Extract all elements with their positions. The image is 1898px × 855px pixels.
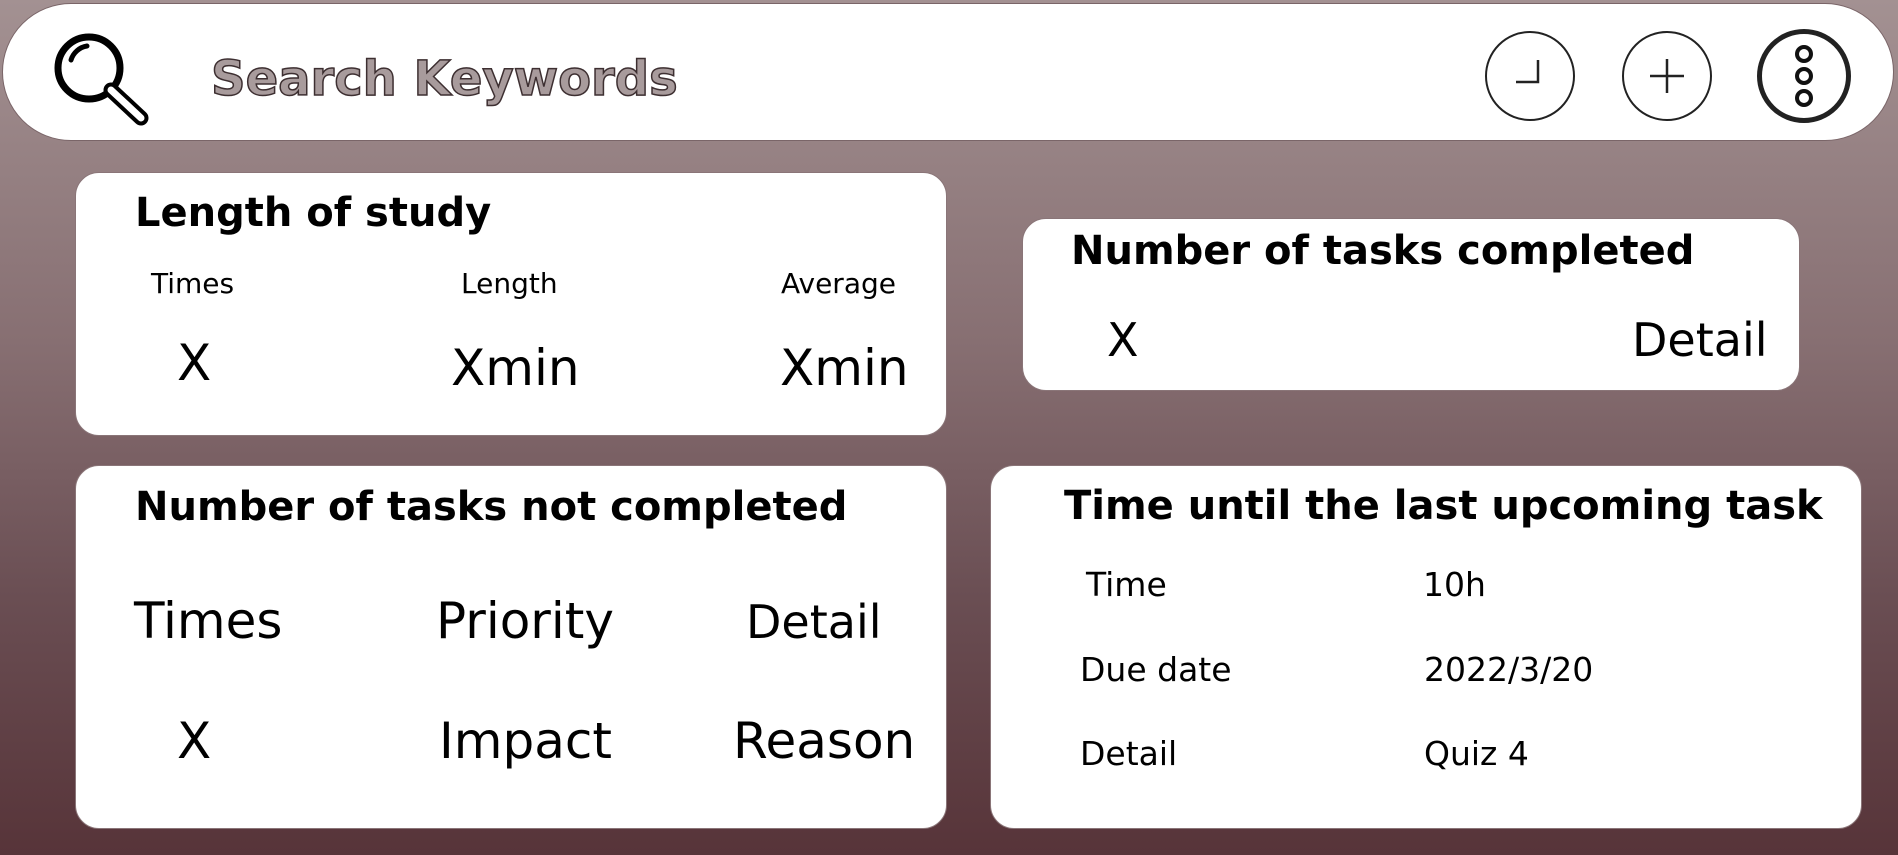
detail-value: Quiz 4 [1424,734,1529,773]
length-value: Xmin [451,339,580,397]
plus-icon [1647,56,1687,96]
time-label: Time [1086,565,1167,604]
card-title: Number of tasks completed [1071,228,1695,274]
card-title: Length of study [135,190,492,236]
average-value: Xmin [780,339,909,397]
study-length-card: Length of study Times Length Average X X… [75,172,947,436]
times-label: Times [151,267,235,300]
tasks-not-completed-card: Number of tasks not completed Times Prio… [75,465,947,829]
clock-icon [1510,56,1550,96]
top-search-bar [2,3,1894,141]
completed-detail-link[interactable]: Detail [1632,317,1768,363]
search-icon[interactable] [51,30,151,126]
upcoming-task-card: Time until the last upcoming task Time 1… [990,465,1862,829]
search-input[interactable] [211,44,911,114]
completed-count: X [1107,313,1139,367]
due-date-value: 2022/3/20 [1424,650,1594,689]
detail-value: Reason [733,712,916,770]
card-title: Number of tasks not completed [135,484,848,530]
priority-value: Impact [439,712,612,770]
times-value: X [177,334,212,392]
due-date-label: Due date [1080,650,1232,689]
detail-label: Detail [1080,734,1178,773]
length-label: Length [461,267,558,300]
detail-header: Detail [746,595,882,649]
times-value: X [177,712,212,770]
times-header: Times [134,592,283,650]
history-button[interactable] [1485,31,1575,121]
tasks-completed-card: Number of tasks completed X Detail [1022,218,1800,391]
add-button[interactable] [1622,31,1712,121]
time-value: 10h [1423,565,1486,604]
priority-header: Priority [436,592,614,650]
more-options-button[interactable] [1757,29,1851,123]
card-title: Time until the last upcoming task [1064,483,1823,529]
average-label: Average [781,267,896,300]
vertical-dots-icon [1789,44,1819,108]
